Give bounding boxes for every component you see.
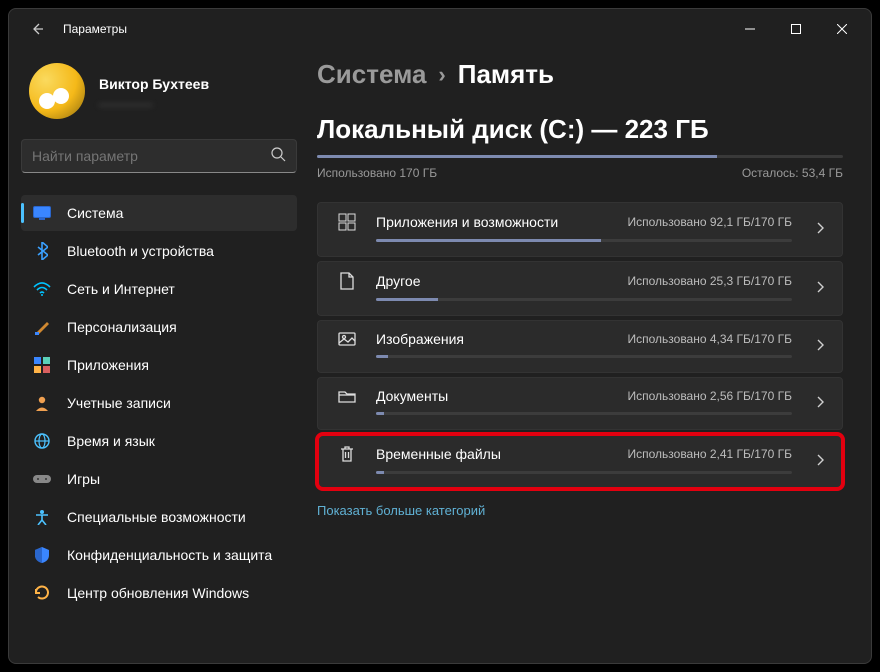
card-usage: Использовано 2,41 ГБ/170 ГБ (627, 447, 792, 461)
search-icon (270, 146, 286, 167)
card-bar-fill (376, 471, 384, 474)
minimize-button[interactable] (727, 9, 773, 49)
disk-usage-bar-fill (317, 155, 717, 158)
accessibility-icon (33, 508, 51, 526)
show-more-link[interactable]: Показать больше категорий (317, 503, 843, 518)
chevron-right-icon (816, 338, 824, 356)
storage-card-appsgrid[interactable]: Приложения и возможностиИспользовано 92,… (317, 202, 843, 257)
appsgrid-icon (336, 213, 358, 231)
sidebar-item-shield[interactable]: Конфиденциальность и защита (21, 537, 297, 573)
disk-title: Локальный диск (C:) — 223 ГБ (317, 114, 843, 145)
disk-usage-bar (317, 155, 843, 158)
main-panel: Система › Память Локальный диск (C:) — 2… (309, 49, 871, 663)
sidebar-item-wifi[interactable]: Сеть и Интернет (21, 271, 297, 307)
chevron-right-icon (816, 395, 824, 413)
file-icon (336, 272, 358, 290)
update-icon (33, 584, 51, 602)
gamepad-icon (33, 470, 51, 488)
folder-icon (336, 389, 358, 403)
search-box[interactable] (21, 139, 297, 173)
card-bar-fill (376, 239, 601, 242)
nav-label: Сеть и Интернет (67, 281, 175, 297)
nav-label: Учетные записи (67, 395, 171, 411)
breadcrumb: Система › Память (317, 59, 843, 90)
close-button[interactable] (819, 9, 865, 49)
nav-label: Время и язык (67, 433, 155, 449)
nav-label: Система (67, 205, 123, 221)
storage-card-image[interactable]: ИзображенияИспользовано 4,34 ГБ/170 ГБ (317, 320, 843, 373)
sidebar-item-apps[interactable]: Приложения (21, 347, 297, 383)
card-bar-fill (376, 412, 384, 415)
storage-categories: Приложения и возможностиИспользовано 92,… (317, 202, 843, 489)
chevron-right-icon (816, 280, 824, 298)
profile-sub: ________ (99, 92, 209, 106)
settings-window: Параметры Виктор Бухтеев ________ Сист (8, 8, 872, 664)
card-bar (376, 298, 792, 301)
card-label: Изображения (376, 331, 627, 347)
disk-meta: Использовано 170 ГБ Осталось: 53,4 ГБ (317, 166, 843, 180)
profile-name: Виктор Бухтеев (99, 76, 209, 92)
chevron-right-icon (816, 453, 824, 471)
card-usage: Использовано 25,3 ГБ/170 ГБ (627, 274, 792, 288)
nav-label: Центр обновления Windows (67, 585, 249, 601)
card-usage: Использовано 4,34 ГБ/170 ГБ (627, 332, 792, 346)
sidebar-nav: Система Bluetooth и устройства Сеть и Инте… (21, 195, 297, 611)
card-bar (376, 355, 792, 358)
sidebar-item-accessibility[interactable]: Специальные возможности (21, 499, 297, 535)
bluetooth-icon (33, 242, 51, 260)
card-bar (376, 239, 792, 242)
person-icon (33, 394, 51, 412)
content: Виктор Бухтеев ________ Система Bluetooth… (9, 49, 871, 663)
nav-label: Конфиденциальность и защита (67, 547, 272, 563)
globe-icon (33, 432, 51, 450)
chevron-right-icon: › (438, 62, 445, 88)
card-bar (376, 471, 792, 474)
nav-label: Приложения (67, 357, 149, 373)
card-label: Временные файлы (376, 446, 627, 462)
sidebar-item-bluetooth[interactable]: Bluetooth и устройства (21, 233, 297, 269)
titlebar: Параметры (9, 9, 871, 49)
brush-icon (33, 318, 51, 336)
wifi-icon (33, 280, 51, 298)
sidebar-item-display[interactable]: Система (21, 195, 297, 231)
back-button[interactable] (23, 15, 51, 43)
sidebar: Виктор Бухтеев ________ Система Bluetooth… (9, 49, 309, 663)
window-controls (727, 9, 865, 49)
image-icon (336, 332, 358, 346)
search-input[interactable] (32, 148, 270, 164)
window-title: Параметры (63, 22, 127, 36)
card-label: Приложения и возможности (376, 214, 627, 230)
card-bar-fill (376, 355, 388, 358)
trash-icon (336, 445, 358, 463)
nav-label: Bluetooth и устройства (67, 243, 214, 259)
storage-card-file[interactable]: ДругоеИспользовано 25,3 ГБ/170 ГБ (317, 261, 843, 316)
display-icon (33, 204, 51, 222)
breadcrumb-current: Память (458, 59, 554, 90)
nav-label: Игры (67, 471, 100, 487)
card-bar-fill (376, 298, 438, 301)
storage-card-folder[interactable]: ДокументыИспользовано 2,56 ГБ/170 ГБ (317, 377, 843, 430)
apps-icon (33, 356, 51, 374)
card-label: Другое (376, 273, 627, 289)
sidebar-item-globe[interactable]: Время и язык (21, 423, 297, 459)
nav-label: Персонализация (67, 319, 177, 335)
card-usage: Использовано 2,56 ГБ/170 ГБ (627, 389, 792, 403)
sidebar-item-brush[interactable]: Персонализация (21, 309, 297, 345)
maximize-button[interactable] (773, 9, 819, 49)
card-label: Документы (376, 388, 627, 404)
sidebar-item-gamepad[interactable]: Игры (21, 461, 297, 497)
nav-label: Специальные возможности (67, 509, 246, 525)
storage-card-trash[interactable]: Временные файлыИспользовано 2,41 ГБ/170 … (317, 434, 843, 489)
avatar (29, 63, 85, 119)
disk-used-label: Использовано 170 ГБ (317, 166, 437, 180)
profile-block[interactable]: Виктор Бухтеев ________ (21, 57, 297, 133)
chevron-right-icon (816, 221, 824, 239)
sidebar-item-update[interactable]: Центр обновления Windows (21, 575, 297, 611)
disk-remaining-label: Осталось: 53,4 ГБ (742, 166, 843, 180)
sidebar-item-person[interactable]: Учетные записи (21, 385, 297, 421)
card-usage: Использовано 92,1 ГБ/170 ГБ (627, 215, 792, 229)
breadcrumb-parent[interactable]: Система (317, 59, 426, 90)
shield-icon (33, 546, 51, 564)
card-bar (376, 412, 792, 415)
